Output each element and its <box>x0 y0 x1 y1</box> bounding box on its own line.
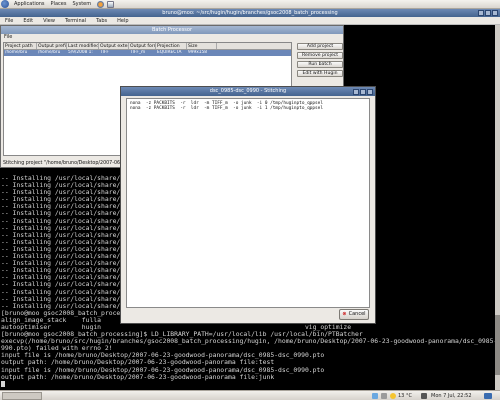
column-header[interactable]: Size <box>187 43 217 49</box>
column-header[interactable]: Projection <box>156 43 187 49</box>
maximize-icon[interactable] <box>485 10 491 16</box>
terminal-line: autooptimiser hugin vig_optimize <box>1 323 352 331</box>
minimize-icon[interactable] <box>478 10 484 16</box>
maximize-icon[interactable] <box>360 88 366 95</box>
column-header[interactable]: Last modified <box>67 43 99 49</box>
table-cell: /home/bru <box>38 50 61 55</box>
remove-project-button[interactable]: Remove project <box>297 52 343 59</box>
add-project-button[interactable]: Add project <box>297 43 343 50</box>
taskbar-window-button[interactable] <box>2 392 42 400</box>
network-icon[interactable] <box>372 393 378 399</box>
cancel-button[interactable]: ⊗ Cancel <box>339 309 369 320</box>
stitching-log[interactable]: nona -z PACKBITS -r ldr -m TIFF_m -o jun… <box>126 98 370 308</box>
terminal-line: 990.pto) failed with errno 2! <box>1 345 113 353</box>
top-panel: Applications Places System <box>0 0 500 9</box>
batch-status-text: Stitching project "/home/bruno/Desktop/2… <box>3 161 139 166</box>
close-icon[interactable] <box>367 88 373 95</box>
table-cell: 999x158 <box>188 50 207 55</box>
stitching-title: dsc_0985-dsc_0990 - Stitching <box>209 88 287 94</box>
terminal-menu-file[interactable]: File <box>0 18 18 24</box>
column-header[interactable]: Output prefix <box>37 43 67 49</box>
terminal-menu-terminal[interactable]: Terminal <box>60 18 91 24</box>
places-menu[interactable]: Places <box>48 0 70 9</box>
system-menu[interactable]: System <box>69 0 94 9</box>
temperature-text[interactable]: 13 °C <box>398 391 412 400</box>
mail-launcher-icon[interactable] <box>107 0 115 8</box>
table-header: Project path Output prefix Last modified… <box>4 43 291 50</box>
column-header[interactable]: Output format <box>129 43 156 49</box>
bottom-panel: 13 °C Mon 7 Jul, 22:52 <box>0 390 500 400</box>
cancel-icon: ⊗ <box>342 311 347 317</box>
stitching-titlebar[interactable]: dsc_0985-dsc_0990 - Stitching <box>121 87 375 96</box>
table-cell: TIFF_m <box>130 50 146 55</box>
terminal-title: bruno@moo: ~/src/hugin/hugin/branches/gs… <box>162 10 338 16</box>
cancel-label: Cancel <box>348 311 366 317</box>
terminal-line: output path: /home/bruno/Desktop/2007-06… <box>1 359 275 367</box>
firefox-launcher-icon[interactable] <box>97 0 105 8</box>
terminal-menu-view[interactable]: View <box>38 18 60 24</box>
table-cell: EQUIRECTA <box>157 50 182 55</box>
terminal-line: output path: /home/bruno/Desktop/2007-06… <box>1 373 275 381</box>
column-header[interactable]: Output extension <box>99 43 129 49</box>
terminal-line: input file is /home/bruno/Desktop/2007-0… <box>1 366 325 374</box>
workspace-switcher-icon[interactable] <box>484 393 492 399</box>
terminal-prompt-line <box>1 380 497 388</box>
batch-processor-titlebar[interactable]: Batch Processor <box>1 26 343 34</box>
stitching-dialog: dsc_0985-dsc_0990 - Stitching nona -z PA… <box>120 86 376 324</box>
gnome-foot-icon[interactable] <box>1 0 9 8</box>
table-cell: /home/bru <box>5 50 28 55</box>
terminal-scrollbar[interactable] <box>495 25 500 390</box>
terminal-line: execvp(/home/bruno/src/hugin/branches/gs… <box>1 338 497 346</box>
battery-icon[interactable] <box>381 393 387 399</box>
edit-with-hugin-button[interactable]: Edit with Hugin <box>297 70 343 77</box>
log-line: nona -z PACKBITS -r ldr -m TIFF_m -o jun… <box>130 106 323 111</box>
run-batch-button[interactable]: Run batch <box>297 61 343 68</box>
table-row[interactable]: /home/bru /home/bru 5/9/2008 1: TIFF TIF… <box>4 50 291 56</box>
column-header[interactable]: Project path <box>4 43 37 49</box>
table-cell: 5/9/2008 1: <box>68 50 93 55</box>
applications-menu[interactable]: Applications <box>11 0 48 9</box>
weather-icon[interactable] <box>390 393 396 399</box>
volume-icon[interactable] <box>421 393 427 399</box>
terminal-menu-tabs[interactable]: Tabs <box>91 18 112 24</box>
terminal-menu-edit[interactable]: Edit <box>18 18 38 24</box>
terminal-cursor <box>1 380 5 387</box>
batch-menu-file[interactable]: File <box>1 34 343 41</box>
terminal-menu-help[interactable]: Help <box>112 18 133 24</box>
close-icon[interactable] <box>492 10 498 16</box>
terminal-menubar: File Edit View Terminal Tabs Help <box>0 17 500 25</box>
minimize-icon[interactable] <box>353 88 359 95</box>
scrollbar-thumb[interactable] <box>495 315 500 375</box>
clock-text[interactable]: Mon 7 Jul, 22:52 <box>431 391 472 400</box>
terminal-line: input file is /home/bruno/Desktop/2007-0… <box>1 352 325 360</box>
table-cell: TIFF <box>100 50 109 55</box>
terminal-titlebar[interactable]: bruno@moo: ~/src/hugin/hugin/branches/gs… <box>0 9 500 17</box>
terminal-line: [bruno@moo gsoc2008_batch_processing]$ L… <box>1 331 363 339</box>
